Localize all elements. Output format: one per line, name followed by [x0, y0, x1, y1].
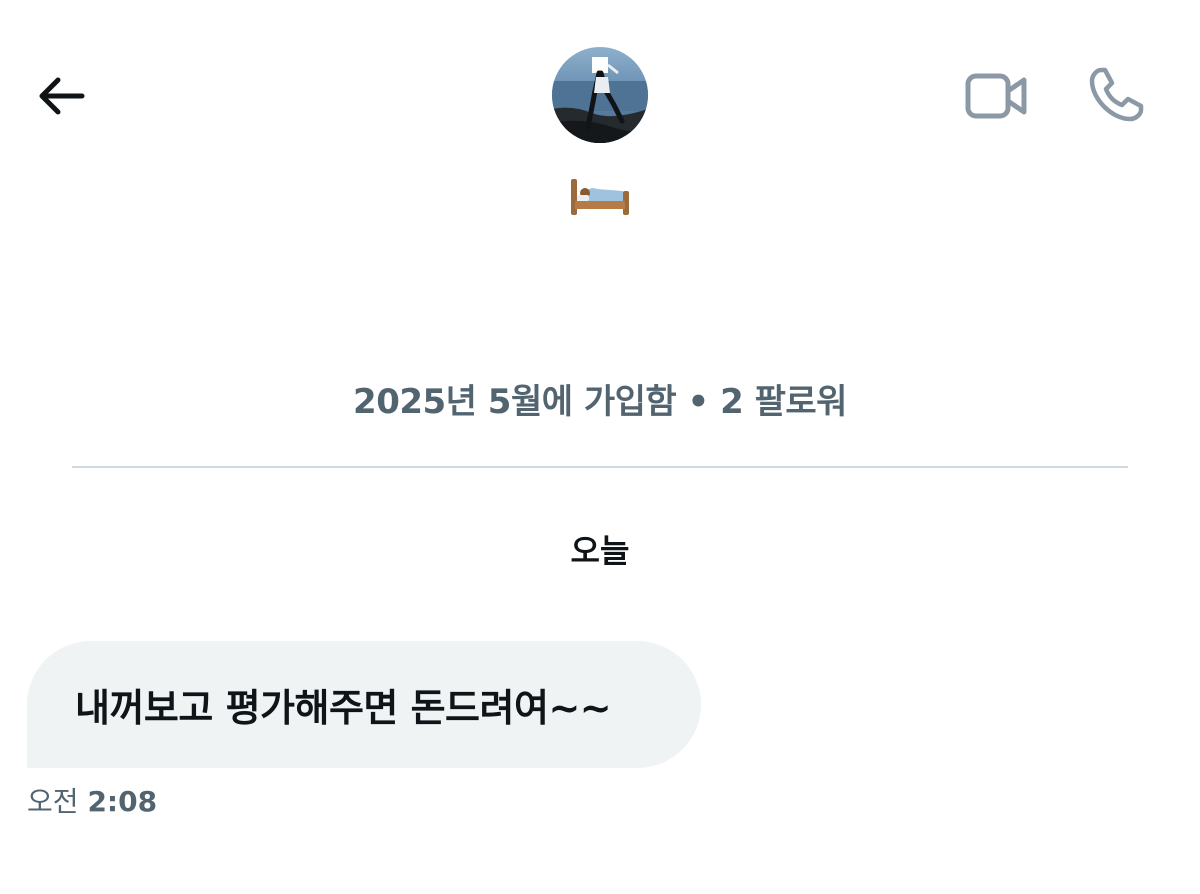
phone-icon [1089, 67, 1144, 122]
divider [72, 466, 1128, 468]
message-bubble[interactable]: 내꺼보고 평가해주면 돈드려여~~ [27, 641, 701, 768]
voice-call-button[interactable] [1082, 62, 1150, 128]
back-button[interactable] [28, 66, 92, 126]
video-camera-icon [965, 73, 1027, 119]
arrow-left-icon [39, 77, 85, 115]
timestamp-prefix: 오전 [27, 785, 79, 818]
message-text: 내꺼보고 평가해주면 돈드려여~~ [75, 686, 612, 730]
profile-photo [552, 47, 648, 143]
join-info: 2025년 5월에 가입함 • 2 팔로워 [353, 382, 847, 422]
person-in-bed-icon [571, 179, 629, 215]
video-call-button[interactable] [960, 64, 1034, 128]
display-name [560, 166, 640, 222]
timestamp-time: 2:08 [87, 785, 158, 818]
message-timestamp: 오전 2:08 [27, 780, 157, 820]
avatar[interactable] [552, 47, 648, 143]
date-separator: 오늘 [570, 532, 630, 570]
